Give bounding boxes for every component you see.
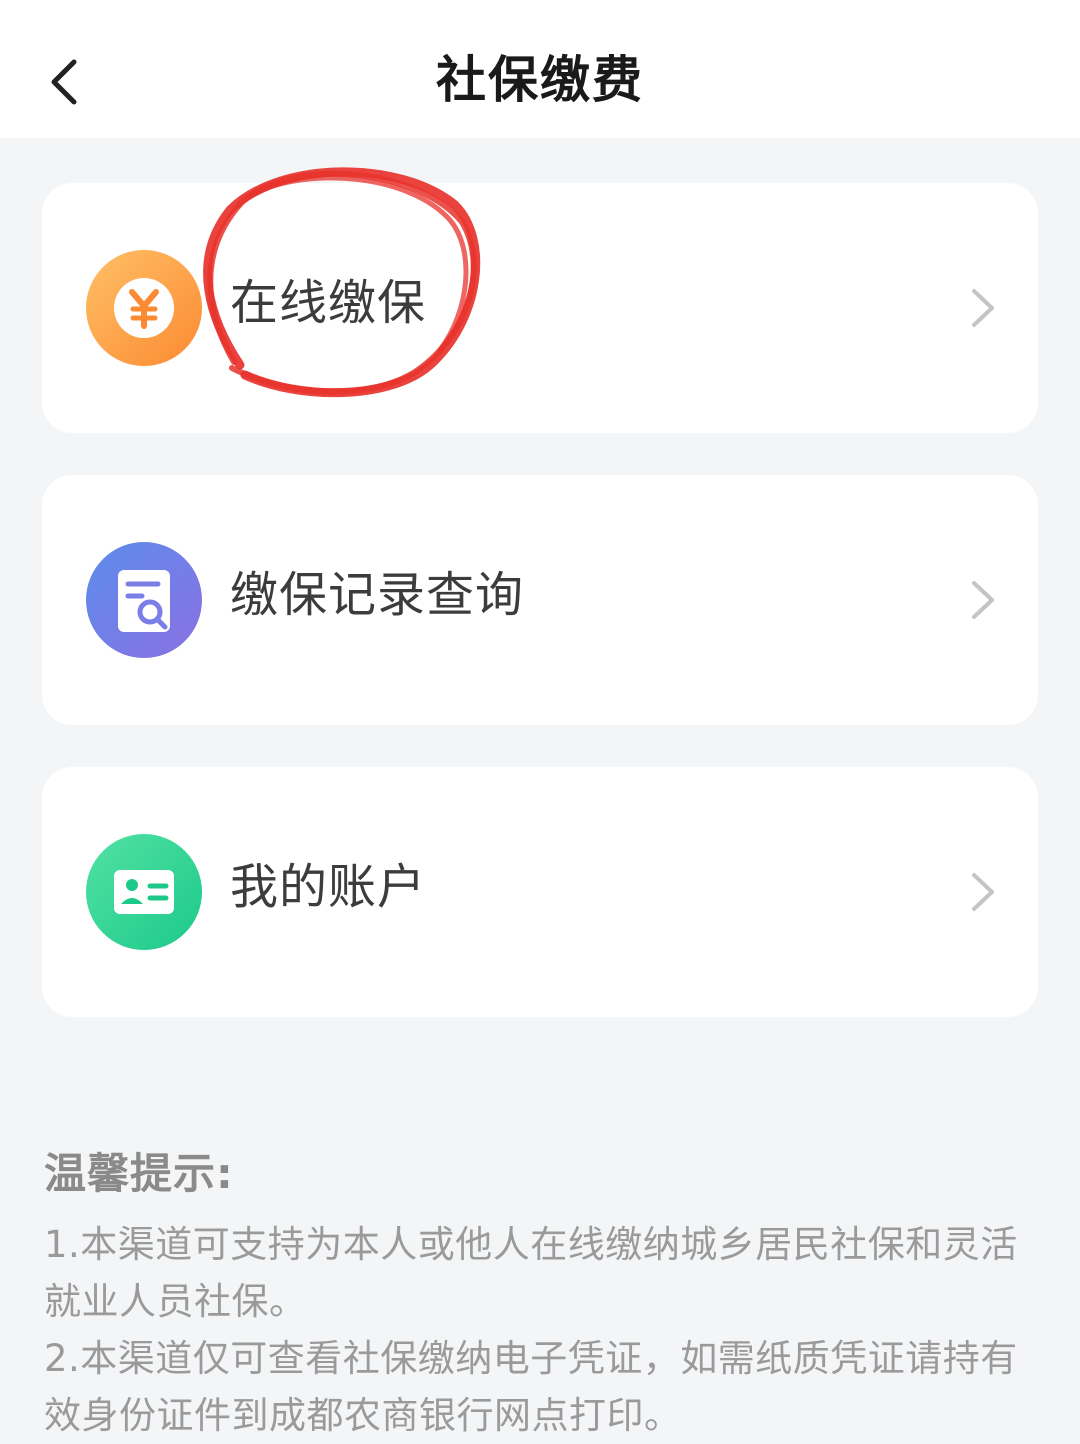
notice-line-2: 2.本渠道仅可查看社保缴纳电子凭证，如需纸质凭证请持有效身份证件到成都农商银行网… (44, 1337, 1018, 1437)
my-account-card[interactable]: 我的账户 (42, 767, 1038, 1017)
online-payment-label: 在线缴保 (230, 275, 427, 331)
page-title: 社保缴费 (436, 51, 644, 109)
chevron-right-icon (972, 873, 994, 911)
nav-header: 社保缴费 (0, 0, 1080, 138)
yuan-coin-icon (86, 250, 202, 366)
notice-line-1: 1.本渠道可支持为本人或他人在线缴纳城乡居民社保和灵活就业人员社保。 (44, 1223, 1018, 1323)
my-account-label: 我的账户 (230, 859, 427, 915)
payment-records-label: 缴保记录查询 (230, 567, 525, 623)
online-payment-card[interactable]: 在线缴保 (42, 183, 1038, 433)
chevron-right-icon (972, 581, 994, 619)
payment-records-card[interactable]: 缴保记录查询 (42, 475, 1038, 725)
document-search-icon (86, 542, 202, 658)
chevron-right-icon (972, 289, 994, 327)
id-card-icon (86, 834, 202, 950)
notice-title: 温馨提示: (44, 1149, 234, 1198)
